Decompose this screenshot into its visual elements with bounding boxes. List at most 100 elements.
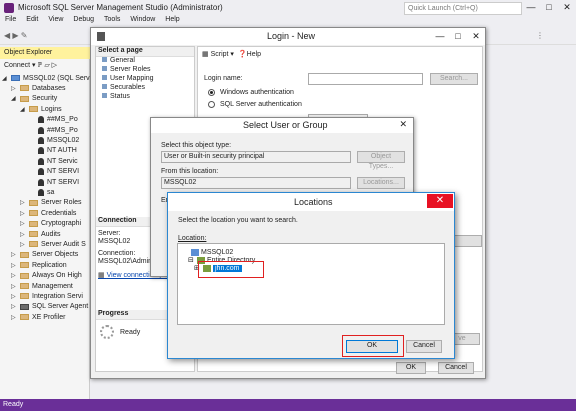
tree-node-label: ##MS_Po: [47, 116, 78, 124]
login-name-input[interactable]: [308, 73, 423, 85]
help-button[interactable]: ❓Help: [238, 50, 261, 58]
locations-cancel-button[interactable]: Cancel: [406, 340, 442, 353]
menu-debug[interactable]: Debug: [73, 16, 94, 27]
menu-help[interactable]: Help: [165, 16, 179, 27]
tree-node-label: Server Objects: [32, 251, 79, 259]
tree-node[interactable]: ◢ Logins: [20, 104, 62, 114]
dialog-icon: [97, 32, 105, 41]
locations-ok-button[interactable]: OK: [346, 340, 398, 353]
tree-node-label: Logins: [41, 105, 62, 113]
tree-node[interactable]: ▷ Server Audit S: [20, 239, 86, 249]
expand-toggle-icon[interactable]: ▷: [20, 241, 26, 248]
expand-toggle-icon[interactable]: ▷: [11, 293, 17, 300]
menu-edit[interactable]: Edit: [26, 16, 38, 27]
sql-auth-radio[interactable]: [208, 101, 215, 108]
login-minimize-icon[interactable]: —: [431, 28, 449, 44]
expand-toggle-icon[interactable]: ▷: [11, 85, 17, 92]
domain-highlight-box: [198, 261, 264, 278]
toolbar-nav-icons[interactable]: ◀ ▶ ✎: [4, 31, 27, 40]
page-item-securables[interactable]: Securables: [96, 84, 194, 93]
expand-toggle-icon[interactable]: ▷: [20, 220, 26, 227]
folder-icon: [29, 106, 38, 113]
expand-toggle-icon[interactable]: ▷: [11, 262, 17, 269]
tree-node[interactable]: MSSQL02: [29, 135, 79, 145]
connect-button[interactable]: Connect ▾ ℙ ▱ ▷: [0, 61, 90, 71]
tree-node[interactable]: ◢ Security: [11, 94, 57, 104]
tree-node-label: Server Roles: [41, 199, 82, 207]
page-item-user-mapping[interactable]: User Mapping: [96, 75, 194, 84]
folder-icon: [29, 199, 38, 206]
folder-icon: [20, 293, 29, 300]
login-maximize-icon[interactable]: □: [449, 28, 467, 44]
tree-node-label: Replication: [32, 261, 67, 269]
expand-toggle-icon[interactable]: ◢: [20, 106, 26, 113]
search-button[interactable]: Search...: [430, 73, 478, 85]
tree-node-label: SQL Server Agent: [32, 303, 89, 311]
login-title-bar: Login - New — □ ✕: [91, 28, 485, 45]
tree-node[interactable]: NT Servic: [29, 156, 78, 166]
close-icon[interactable]: ✕: [558, 0, 576, 16]
tree-node[interactable]: ##MS_Po: [29, 115, 78, 125]
tree-node[interactable]: ▷ SQL Server Agent: [11, 302, 88, 312]
minimize-icon[interactable]: —: [522, 0, 540, 16]
tree-node[interactable]: ▷ Databases: [11, 83, 65, 93]
tree-node[interactable]: NT SERVI: [29, 167, 79, 177]
menu-window[interactable]: Window: [130, 16, 155, 27]
expand-toggle-icon[interactable]: ▷: [11, 303, 17, 310]
tree-node[interactable]: NT SERVI: [29, 177, 79, 187]
locations-title-bar: Locations ✕: [168, 193, 454, 211]
login-cancel-button[interactable]: Cancel: [438, 362, 474, 374]
page-item-status[interactable]: Status: [96, 93, 194, 102]
expand-toggle-icon[interactable]: ▷: [20, 231, 26, 238]
object-types-button[interactable]: Object Types...: [357, 151, 405, 170]
connect-icons[interactable]: ℙ ▱ ▷: [37, 62, 57, 69]
login-ok-button[interactable]: OK: [396, 362, 426, 374]
toolbar-overflow-icon[interactable]: ⋮: [536, 31, 544, 40]
location-tree[interactable]: MSSQL02 ⊟ Entire Directory ⊞ jhn.com: [177, 243, 445, 325]
tree-node[interactable]: ◢ MSSQL02 (SQL Server: [2, 73, 96, 83]
login-close-icon[interactable]: ✕: [467, 28, 485, 44]
tree-node[interactable]: ▷ Credentials: [20, 208, 76, 218]
progress-status: Ready: [120, 328, 141, 336]
login-user-icon: [38, 126, 44, 134]
tree-node[interactable]: NT AUTH: [29, 146, 77, 156]
select-user-close-icon[interactable]: ✕: [399, 119, 407, 130]
expand-toggle-icon[interactable]: ▷: [11, 283, 17, 290]
select-page-header: Select a page: [96, 47, 194, 57]
tree-node[interactable]: ▷ Replication: [11, 260, 67, 270]
page-item-general[interactable]: General: [96, 57, 194, 66]
script-button[interactable]: ▦ Script ▾: [202, 50, 234, 58]
menu-tools[interactable]: Tools: [104, 16, 120, 27]
expand-toggle-icon[interactable]: ◢: [2, 75, 8, 82]
tree-node[interactable]: ▷ XE Profiler: [11, 312, 65, 322]
page-item-server-roles[interactable]: Server Roles: [96, 66, 194, 75]
tree-node[interactable]: ▷ Cryptographi: [20, 219, 81, 229]
expand-toggle-icon[interactable]: ▷: [11, 314, 17, 321]
tree-node-label: MSSQL02 (SQL Server: [23, 74, 96, 82]
locations-button[interactable]: Locations...: [357, 177, 405, 189]
tree-node[interactable]: ▷ Server Objects: [11, 250, 78, 260]
tree-node[interactable]: ▷ Always On High: [11, 271, 82, 281]
select-user-title: Select User or Group: [243, 120, 328, 130]
expand-toggle-icon[interactable]: ▷: [20, 199, 26, 206]
locations-close-icon[interactable]: ✕: [427, 194, 453, 208]
expand-toggle-icon[interactable]: ▷: [11, 272, 17, 279]
windows-auth-radio[interactable]: [208, 89, 215, 96]
expand-toggle-icon[interactable]: ◢: [11, 95, 17, 102]
quick-launch-input[interactable]: Quick Launch (Ctrl+Q): [404, 2, 522, 15]
menu-view[interactable]: View: [48, 16, 63, 27]
login-user-icon: [38, 136, 44, 144]
login-user-icon: [38, 178, 44, 186]
menu-file[interactable]: File: [5, 16, 16, 27]
maximize-icon[interactable]: □: [540, 0, 558, 16]
tree-node[interactable]: sa: [29, 187, 54, 197]
tree-node[interactable]: ▷ Integration Servi: [11, 291, 83, 301]
expand-toggle-icon[interactable]: ▷: [11, 251, 17, 258]
tree-node[interactable]: ▷ Audits: [20, 229, 60, 239]
expand-toggle-icon[interactable]: ▷: [20, 210, 26, 217]
tree-node[interactable]: ▷ Management: [11, 281, 73, 291]
tree-node[interactable]: ▷ Server Roles: [20, 198, 81, 208]
tree-node[interactable]: ##MS_Po: [29, 125, 78, 135]
tree-node-label: NT SERVI: [47, 168, 80, 176]
tree-node-label: Audits: [41, 230, 61, 238]
